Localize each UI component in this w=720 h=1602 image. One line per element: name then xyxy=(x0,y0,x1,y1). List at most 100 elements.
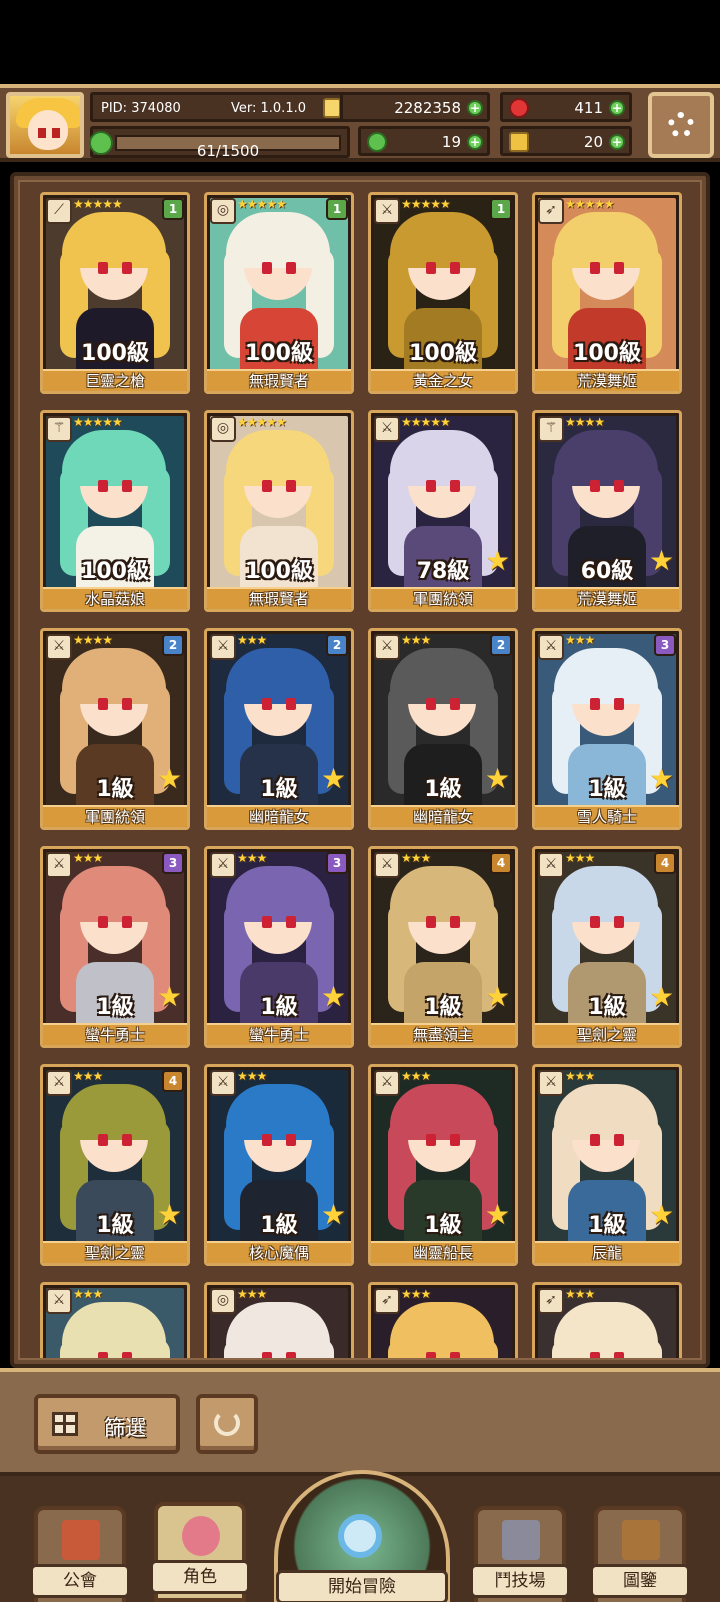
key-counter: 20 + xyxy=(500,126,632,156)
character-card[interactable]: ◎ ★★★★★ 1 100級 無瑕賢者 xyxy=(204,192,354,394)
sword-weapon-icon: ⚔ xyxy=(538,852,564,878)
bow-weapon-icon: ➶ xyxy=(374,1288,400,1314)
character-name: 聖劍之靈 xyxy=(535,1023,679,1045)
tier-badge: 3 xyxy=(654,634,676,656)
character-card[interactable]: ◎ ★★★ xyxy=(204,1282,354,1358)
character-card[interactable]: ⚔★★★1級★▲辰龍 xyxy=(532,1064,682,1266)
character-card[interactable]: ⚚★★★★60級★▲荒漠舞姬 xyxy=(532,410,682,612)
character-name: 蠻牛勇士 xyxy=(207,1023,351,1045)
star-rating: ★★★ xyxy=(73,1069,103,1083)
star-rating: ★★★ xyxy=(237,633,267,647)
add-gold-button[interactable]: + xyxy=(467,100,483,116)
sort-toggle-button[interactable] xyxy=(196,1394,258,1454)
character-card[interactable]: ◎ ★★★★★ 100級 無瑕賢者 xyxy=(204,410,354,612)
refresh-icon xyxy=(214,1410,240,1436)
star-rating: ★★★★★ xyxy=(73,197,123,211)
game-screen: PID: 374080 Ver: 1.0.1.0 61/1500 2282358… xyxy=(0,0,720,1602)
star-rating: ★★★ xyxy=(73,851,103,865)
character-card[interactable]: ⚔★★★41級★▲聖劍之靈 xyxy=(40,1064,190,1266)
character-card[interactable]: ⚔★★★41級★▲無盡領主 xyxy=(368,846,518,1048)
spear-weapon-icon: ⟋ xyxy=(46,198,72,224)
character-card[interactable]: ➶ ★★★ xyxy=(532,1282,682,1358)
tier-badge: 2 xyxy=(162,634,184,656)
character-name: 軍團統領 xyxy=(371,587,515,609)
character-grid-scroll[interactable]: ⟋ ★★★★★ 1 100級 巨靈之槍 ◎ ★★★★★ 1 100級 無瑕賢者 ⚔ ★★★★★ 1 100… xyxy=(18,180,702,1360)
gem-counter: 411 + xyxy=(500,92,632,122)
character-card[interactable]: ⚔★★★1級★▲核心魔偶 xyxy=(204,1064,354,1266)
character-name: 水晶菇娘 xyxy=(43,587,187,609)
nav-characters[interactable]: 角色 xyxy=(150,1502,250,1602)
character-name: 幽暗龍女 xyxy=(371,805,515,827)
sword-weapon-icon: ⚔ xyxy=(374,198,400,224)
character-card[interactable]: ⚔★★★31級★▲蠻牛勇士 xyxy=(204,846,354,1048)
star-up-icon: ★ xyxy=(321,1198,347,1231)
character-name: 軍團統領 xyxy=(43,805,187,827)
nav-guild[interactable]: 公會 xyxy=(30,1506,130,1602)
sword-weapon-icon: ⚔ xyxy=(538,634,564,660)
character-card[interactable]: ⚔★★★1級★▲幽靈船長 xyxy=(368,1064,518,1266)
gem-icon xyxy=(509,98,529,118)
star-rating: ★★★ xyxy=(401,1287,431,1301)
tier-badge: 4 xyxy=(162,1070,184,1092)
character-card[interactable]: ⚔ ★★★★★ 1 100級 黃金之女 xyxy=(368,192,518,394)
sword-weapon-icon: ⚔ xyxy=(374,634,400,660)
tier-badge: 2 xyxy=(326,634,348,656)
grid-icon xyxy=(52,1412,78,1436)
star-rating: ★★★ xyxy=(401,851,431,865)
sword-weapon-icon: ⚔ xyxy=(46,852,72,878)
star-rating: ★★★★★ xyxy=(237,197,287,211)
player-id: PID: 374080 xyxy=(101,101,181,116)
character-card[interactable]: ⚔★★★21級★▲幽暗龍女 xyxy=(204,628,354,830)
character-name: 雪人騎士 xyxy=(535,805,679,827)
start-adventure-button[interactable]: 開始冒險 xyxy=(274,1470,450,1602)
settings-button[interactable] xyxy=(648,92,714,158)
add-key-button[interactable]: + xyxy=(609,134,625,150)
star-rating: ★★★ xyxy=(565,1287,595,1301)
character-card[interactable]: ➶ ★★★★★ 100級 荒漠舞姬 xyxy=(532,192,682,394)
character-card[interactable]: ⚔★★★31級★▲雪人騎士 xyxy=(532,628,682,830)
nav-arena[interactable]: 鬥技場 xyxy=(470,1506,570,1602)
star-rating: ★★★★ xyxy=(73,633,113,647)
bow-weapon-icon: ➶ xyxy=(538,1288,564,1314)
player-avatar[interactable] xyxy=(6,92,84,158)
bottom-nav: 公會 角色 開始冒險 鬥技場 圖鑒 xyxy=(0,1470,720,1602)
character-card[interactable]: ⚔★★★41級★▲聖劍之靈 xyxy=(532,846,682,1048)
character-card[interactable]: ⚚ ★★★★★ 100級 水晶菇娘 xyxy=(40,410,190,612)
character-card[interactable]: ⚔ ★★★ xyxy=(40,1282,190,1358)
filter-bar: 篩選 xyxy=(0,1368,720,1472)
character-card[interactable]: ⚔★★★31級★▲蠻牛勇士 xyxy=(40,846,190,1048)
character-card[interactable]: ➶ ★★★ xyxy=(368,1282,518,1358)
top-status-bar: PID: 374080 Ver: 1.0.1.0 61/1500 2282358… xyxy=(0,84,720,162)
character-card[interactable]: ⚔★★★★21級★▲軍團統領 xyxy=(40,628,190,830)
tier-badge: 1 xyxy=(162,198,184,220)
character-name: 無盡領主 xyxy=(371,1023,515,1045)
tier-badge: 1 xyxy=(490,198,512,220)
clover-icon xyxy=(89,131,113,155)
star-rating: ★★★ xyxy=(401,1069,431,1083)
sword-weapon-icon: ⚔ xyxy=(46,1288,72,1314)
nav-codex[interactable]: 圖鑒 xyxy=(590,1506,690,1602)
star-rating: ★★★★★ xyxy=(237,415,287,429)
gold-counter: 2282358 + xyxy=(340,92,490,122)
star-rating: ★★★ xyxy=(565,851,595,865)
key-value: 20 xyxy=(583,133,603,151)
character-card[interactable]: ⚔★★★21級★▲幽暗龍女 xyxy=(368,628,518,830)
character-level: 100級 xyxy=(409,341,477,366)
sword-weapon-icon: ⚔ xyxy=(538,1070,564,1096)
character-name: 無瑕賢者 xyxy=(207,369,351,391)
character-level: 100級 xyxy=(245,341,313,366)
star-up-icon: ★ xyxy=(485,762,511,795)
character-card[interactable]: ⟋ ★★★★★ 1 100級 巨靈之槍 xyxy=(40,192,190,394)
add-clover-button[interactable]: + xyxy=(467,134,483,150)
star-rating: ★★★ xyxy=(237,1069,267,1083)
magnifier-icon xyxy=(338,1514,382,1558)
character-card[interactable]: ⚔★★★★★78級★▲軍團統領 xyxy=(368,410,518,612)
star-rating: ★★★★★ xyxy=(401,197,451,211)
add-gem-button[interactable]: + xyxy=(609,100,625,116)
sword-weapon-icon: ⚔ xyxy=(210,1070,236,1096)
filter-button[interactable]: 篩選 xyxy=(34,1394,180,1454)
star-rating: ★★★ xyxy=(237,1287,267,1301)
coin-icon xyxy=(323,98,341,118)
star-rating: ★★★★★ xyxy=(401,415,451,429)
nav-characters-label: 角色 xyxy=(150,1560,250,1594)
